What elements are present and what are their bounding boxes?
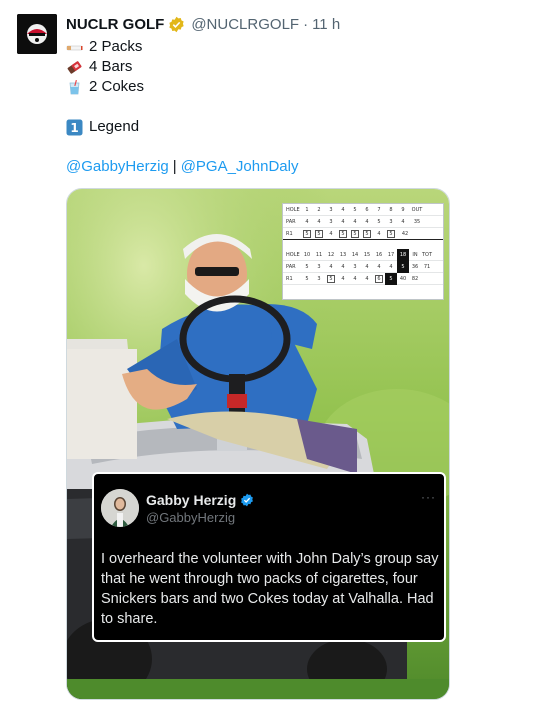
scorecard-back-hole-row: HOLE 10 11 12 13 14 15 16 17 18 IN TOT <box>283 248 443 261</box>
scorecard-back-r1-row: R1 5 3 5 4 4 4 6 5 40 82 <box>283 272 443 285</box>
account-handle[interactable]: @NUCLRGOLF <box>191 16 299 33</box>
svg-text:1: 1 <box>70 121 78 135</box>
quoted-handle: @GabbyHerzig <box>146 510 236 525</box>
account-avatar[interactable] <box>17 14 57 54</box>
cigarette-icon <box>66 39 83 56</box>
verified-gold-badge-icon[interactable] <box>168 16 185 33</box>
list-item: 4 Bars <box>66 57 298 77</box>
tweet[interactable]: NUCLR GOLF @NUCLRGOLF · 11 h 2 Packs 4 B… <box>0 0 538 712</box>
tweet-media-image[interactable]: HOLE 1 2 3 4 5 6 7 8 9 OUT PAR 4 4 3 4 4… <box>66 188 450 700</box>
list-item-text: 2 Cokes <box>89 78 145 95</box>
list-item-text: 2 Packs <box>89 38 143 55</box>
account-name[interactable]: NUCLR GOLF <box>66 16 164 33</box>
quoted-name-text: Gabby Herzig <box>146 492 237 508</box>
verified-blue-badge-icon <box>240 493 254 507</box>
list-item: 2 Packs <box>66 37 298 57</box>
separator-dot: · <box>303 15 309 33</box>
quoted-name: Gabby Herzig <box>146 492 254 508</box>
scorecard-back-par-row: PAR 5 3 4 4 3 4 4 4 5 36 71 <box>283 260 443 273</box>
list-item-text: 4 Bars <box>89 58 133 75</box>
scorecard-front-hole-row: HOLE 1 2 3 4 5 6 7 8 9 OUT <box>283 204 443 216</box>
mentions-line: @GabbyHerzig | @PGA_JohnDaly <box>66 157 298 177</box>
cup-icon <box>66 79 83 96</box>
quoted-text: I overheard the volunteer with John Daly… <box>101 551 439 627</box>
mention-separator: | <box>172 158 177 175</box>
keycap-1-icon: 1 <box>66 119 83 136</box>
mention-link-pga-johndaly[interactable]: @PGA_JohnDaly <box>181 157 299 177</box>
more-options-icon: ··· <box>421 490 436 504</box>
tweet-text: 2 Packs 4 Bars 2 Cokes 1 Legend @GabbyHe… <box>66 37 298 177</box>
quoted-tweet-screenshot: Gabby Herzig @GabbyHerzig ··· I overhear… <box>92 472 446 642</box>
candy-bar-icon <box>66 59 83 76</box>
list-item: 2 Cokes <box>66 77 298 97</box>
quoted-avatar <box>101 489 139 527</box>
scorecard-overlay: HOLE 1 2 3 4 5 6 7 8 9 OUT PAR 4 4 3 4 4… <box>282 203 444 300</box>
timestamp[interactable]: 11 h <box>312 16 340 33</box>
scorecard-front-r1-row: R1 5 5 4 5 5 5 4 5 42 <box>283 228 443 240</box>
legend-line: 1 Legend <box>66 117 298 137</box>
scorecard-front-par-row: PAR 4 4 3 4 4 4 5 3 4 35 <box>283 216 443 228</box>
mention-link-gabbyherzig[interactable]: @GabbyHerzig <box>66 157 169 177</box>
tweet-header: NUCLR GOLF @NUCLRGOLF · 11 h <box>66 14 340 34</box>
legend-text: Legend <box>89 118 140 135</box>
